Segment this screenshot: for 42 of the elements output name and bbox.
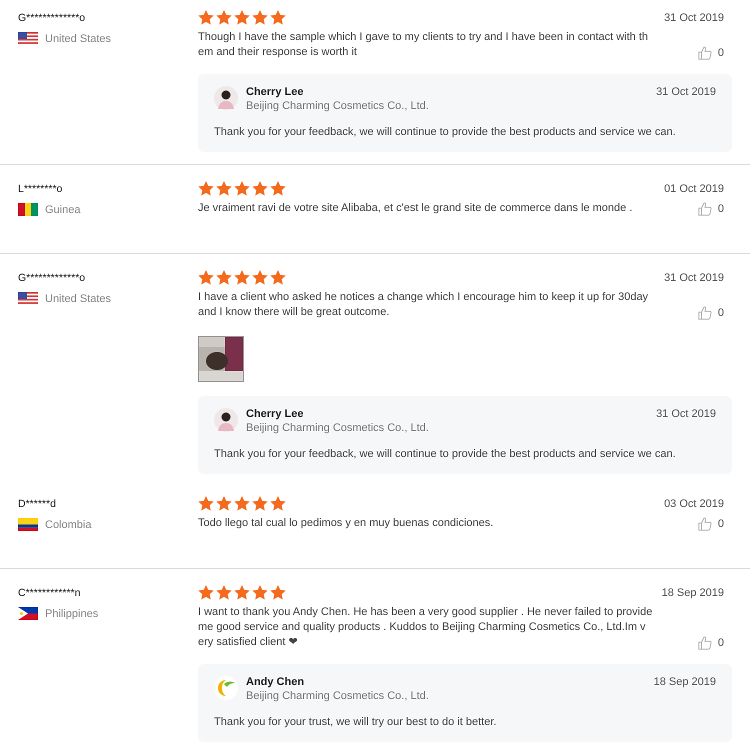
reply-date: 31 Oct 2019 [656,408,716,420]
reviewer-name: C************n [18,587,82,599]
like-count: 0 [718,518,724,530]
like-count: 0 [718,47,724,59]
country-name: United States [45,32,112,44]
review-text: I want to thank you Andy Chen. He has been a very good supplier . He never failed to provide me good service and quality products . Kuddos to Beijing Charming Cosmetics Co., Ltd.Im v ery satisfied client ❤ [198,605,652,650]
like-count: 0 [718,203,724,215]
company-name: Beijing Charming Cosmetics Co., Ltd. [246,422,430,434]
thumbs-up-icon[interactable] [698,306,712,320]
like-count: 0 [718,637,724,649]
country-name: Philippines [45,608,98,620]
review-date: 18 Sep 2019 [662,586,724,598]
review-date: 01 Oct 2019 [664,182,724,194]
review-date: 31 Oct 2019 [664,272,724,284]
reviewer-name: G*************o [18,12,86,24]
thumbs-up-icon[interactable] [698,202,712,216]
review-text: Je vraiment ravi de votre site Alibaba, et c'est le grand site de commerce dans le monde . [198,201,632,216]
reply-date: 18 Sep 2019 [654,676,716,688]
like-count: 0 [718,307,724,319]
reply-text: Thank you for your feedback, we will continue to provide the best products and service we can. [214,126,677,138]
country-name: Colombia [45,518,92,530]
review-text: Todo llego tal cual lo pedimos y en muy buenas condiciones. [198,516,494,531]
company-name: Beijing Charming Cosmetics Co., Ltd. [246,690,430,702]
country-name: Guinea [45,204,80,216]
thumbs-up-icon[interactable] [698,636,712,650]
reviewer-name: L********o [18,183,64,195]
replier-name: Andy Chen [246,676,306,688]
reviewer-name: G*************o [18,272,86,284]
review-text: Though I have the sample which I gave to my clients to try and I have been in contact with th em and their response is worth it [198,30,648,60]
company-name: Beijing Charming Cosmetics Co., Ltd. [246,100,430,112]
reply-text: Thank you for your feedback, we will continue to provide the best products and service we can. [214,448,677,460]
thumbs-up-icon[interactable] [698,46,712,60]
thumbs-up-icon[interactable] [698,517,712,531]
review-text: I have a client who asked he notices a change which I encourage him to keep it up for 30day and I know there will be great outcome. [198,290,648,320]
replier-name: Cherry Lee [246,408,304,420]
country-name: United States [45,292,112,304]
replier-name: Cherry Lee [246,86,304,98]
review-date: 03 Oct 2019 [664,498,724,510]
review-date: 31 Oct 2019 [664,12,724,24]
reviewer-name: D******d [18,498,57,510]
reply-date: 31 Oct 2019 [656,86,716,98]
reply-text: Thank you for your trust, we will try our best to do it better. [214,716,498,728]
